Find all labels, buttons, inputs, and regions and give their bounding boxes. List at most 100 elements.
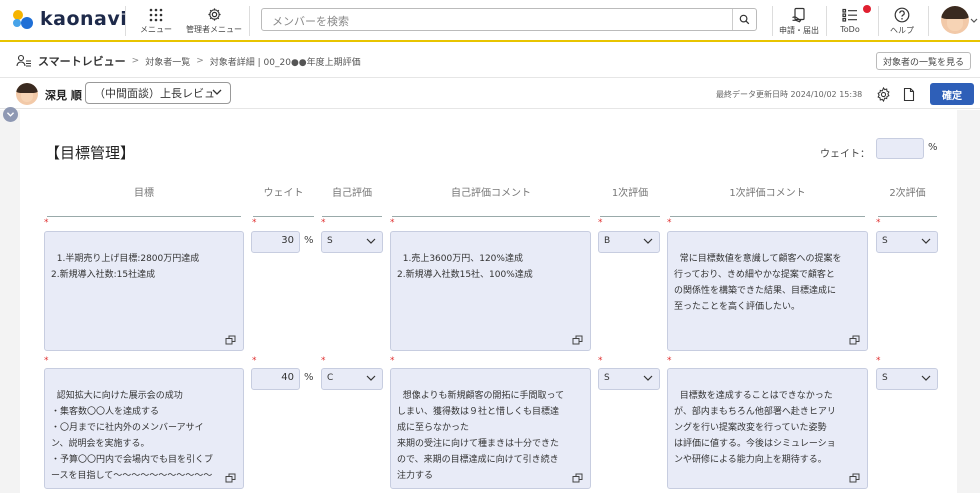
required-mark: * [252, 218, 257, 228]
search-button[interactable] [732, 9, 756, 30]
confirm-button[interactable]: 確定 [930, 83, 974, 105]
weight-unit: % [304, 372, 314, 383]
first-eval-value: S [604, 373, 610, 383]
first-comment-textarea[interactable]: 目標数を達成することはできなかった が、部内まもちろん他部署へ赴きヒアリ ングを… [667, 368, 868, 489]
help-button[interactable]: ヘルプ [884, 4, 920, 38]
last-update-text: 最終データ更新日時 2024/10/02 15:38 [716, 90, 863, 99]
divider [928, 6, 929, 36]
required-mark: * [598, 218, 603, 228]
weight-input[interactable]: 40 [251, 368, 300, 390]
help-icon [894, 7, 910, 22]
column-header-weight: ウェイト [253, 184, 314, 217]
weight-unit: % [304, 235, 314, 246]
second-eval-select[interactable]: S [876, 231, 938, 253]
user-avatar[interactable] [941, 6, 969, 34]
chevron-down-icon[interactable] [970, 18, 978, 24]
second-eval-value: S [882, 236, 888, 246]
required-mark: * [252, 356, 257, 366]
first-comment-textarea[interactable]: 常に目標数値を意識して顧客への提案を 行っており、きめ細やかな提案で顧客と の関… [667, 231, 868, 351]
breadcrumb-bar: スマートレビュー > 対象者一覧 > 対象者詳細 | 00_20●●年度上期評価… [0, 44, 980, 78]
breadcrumb-item-list[interactable]: 対象者一覧 [145, 55, 190, 68]
required-mark: * [876, 218, 881, 228]
collapse-toggle[interactable] [3, 107, 18, 122]
subject-bar: 深見 順 （中間面談）上長レビュ 最終データ更新日時 2024/10/02 15… [0, 79, 980, 109]
chevron-down-icon [366, 238, 376, 244]
phase-select[interactable]: （中間面談）上長レビュ [85, 82, 231, 104]
required-mark: * [390, 218, 395, 228]
first-comment-text: 常に目標数値を意識して顧客への提案を 行っており、きめ細やかな提案で顧客と の関… [674, 254, 842, 312]
column-header-second-eval: 2次評価 [878, 184, 937, 217]
chevron-right-icon: > [196, 56, 204, 66]
self-comment-text: 想像よりも新規顧客の開拓に手間取って しまい、獲得数は９社と惜しくも目標達 成に… [397, 391, 565, 481]
second-eval-value: S [882, 373, 888, 383]
breadcrumb-app[interactable]: スマートレビュー [38, 53, 126, 69]
chevron-down-icon [643, 238, 653, 244]
required-mark: * [321, 218, 326, 228]
column-header-first-comment: 1次評価コメント [670, 184, 865, 217]
breadcrumb: スマートレビュー > 対象者一覧 > 対象者詳細 | 00_20●●年度上期評価 [16, 53, 361, 69]
divider [826, 6, 827, 36]
chevron-down-icon [643, 375, 653, 381]
kaonavi-logo[interactable]: kaonavi [12, 8, 127, 30]
chevron-right-icon: > [131, 56, 140, 66]
required-mark: * [44, 218, 49, 228]
self-eval-select[interactable]: S [321, 231, 383, 253]
second-eval-select[interactable]: S [876, 368, 938, 390]
required-mark: * [598, 356, 603, 366]
self-eval-select[interactable]: C [321, 368, 383, 390]
settings-icon[interactable] [876, 87, 891, 102]
help-label: ヘルプ [890, 25, 914, 35]
first-eval-select[interactable]: B [598, 231, 660, 253]
self-eval-value: S [327, 236, 333, 246]
divider [878, 6, 879, 36]
apply-button[interactable]: 申請・届出 [776, 4, 822, 38]
required-mark: * [667, 218, 672, 228]
weight-input[interactable]: 30 [251, 231, 300, 253]
chevron-down-icon [366, 375, 376, 381]
chevron-down-icon [921, 238, 931, 244]
admin-menu-button[interactable]: 管理者メニュー [186, 4, 242, 38]
back-to-list-button[interactable]: 対象者の一覧を見る [875, 52, 971, 70]
required-mark: * [876, 356, 881, 366]
column-header-first-eval: 1次評価 [600, 184, 660, 217]
column-header-self-comment: 自己評価コメント [392, 184, 590, 217]
section-title: 【目標管理】 [45, 144, 136, 162]
member-search[interactable]: メンバーを検索 [261, 8, 757, 31]
first-eval-select[interactable]: S [598, 368, 660, 390]
search-input[interactable]: メンバーを検索 [272, 13, 349, 29]
total-weight-label: ウェイト： [820, 149, 870, 160]
breadcrumb-item-detail: 対象者詳細 | 00_20●●年度上期評価 [209, 57, 361, 68]
self-comment-text: 1.売上3600万円、120%達成 2.新規導入社数15社、100%達成 [397, 254, 533, 280]
required-mark: * [321, 356, 326, 366]
list-icon [842, 8, 857, 22]
gear-icon [207, 8, 221, 21]
expand-icon[interactable] [572, 473, 583, 483]
required-mark: * [44, 356, 49, 366]
todo-notification-badge [863, 5, 871, 13]
expand-icon[interactable] [572, 335, 583, 345]
admin-menu-label: 管理者メニュー [186, 25, 242, 34]
goal-text: 認知拡大に向けた展示会の成功 ・集客数〇〇人を達成する ・〇月までに社内外のメン… [51, 391, 214, 481]
total-weight-unit: % [928, 142, 938, 153]
column-header-goal: 目標 [47, 184, 241, 217]
left-gutter [0, 110, 20, 493]
required-mark: * [667, 356, 672, 366]
chevron-down-icon [212, 89, 222, 95]
total-weight-input[interactable] [876, 138, 924, 159]
self-comment-textarea[interactable]: 1.売上3600万円、120%達成 2.新規導入社数15社、100%達成 [390, 231, 591, 351]
document-hand-icon [792, 7, 805, 23]
goal-textarea[interactable]: 1.半期売り上げ目標:2800万円達成 2.新規導入社数:15社達成 [44, 231, 244, 351]
expand-icon[interactable] [849, 335, 860, 345]
grid-icon [149, 8, 163, 21]
people-review-icon [16, 54, 31, 67]
document-icon[interactable] [903, 87, 915, 102]
expand-icon[interactable] [225, 473, 236, 483]
goal-textarea[interactable]: 認知拡大に向けた展示会の成功 ・集客数〇〇人を達成する ・〇月までに社内外のメン… [44, 368, 244, 489]
expand-icon[interactable] [849, 473, 860, 483]
subject-name: 深見 順 [45, 89, 82, 102]
expand-icon[interactable] [225, 335, 236, 345]
menu-button[interactable]: メニュー [138, 4, 174, 38]
self-comment-textarea[interactable]: 想像よりも新規顧客の開拓に手間取って しまい、獲得数は９社と惜しくも目標達 成に… [390, 368, 591, 489]
self-eval-value: C [327, 373, 334, 383]
right-gutter [957, 110, 980, 493]
